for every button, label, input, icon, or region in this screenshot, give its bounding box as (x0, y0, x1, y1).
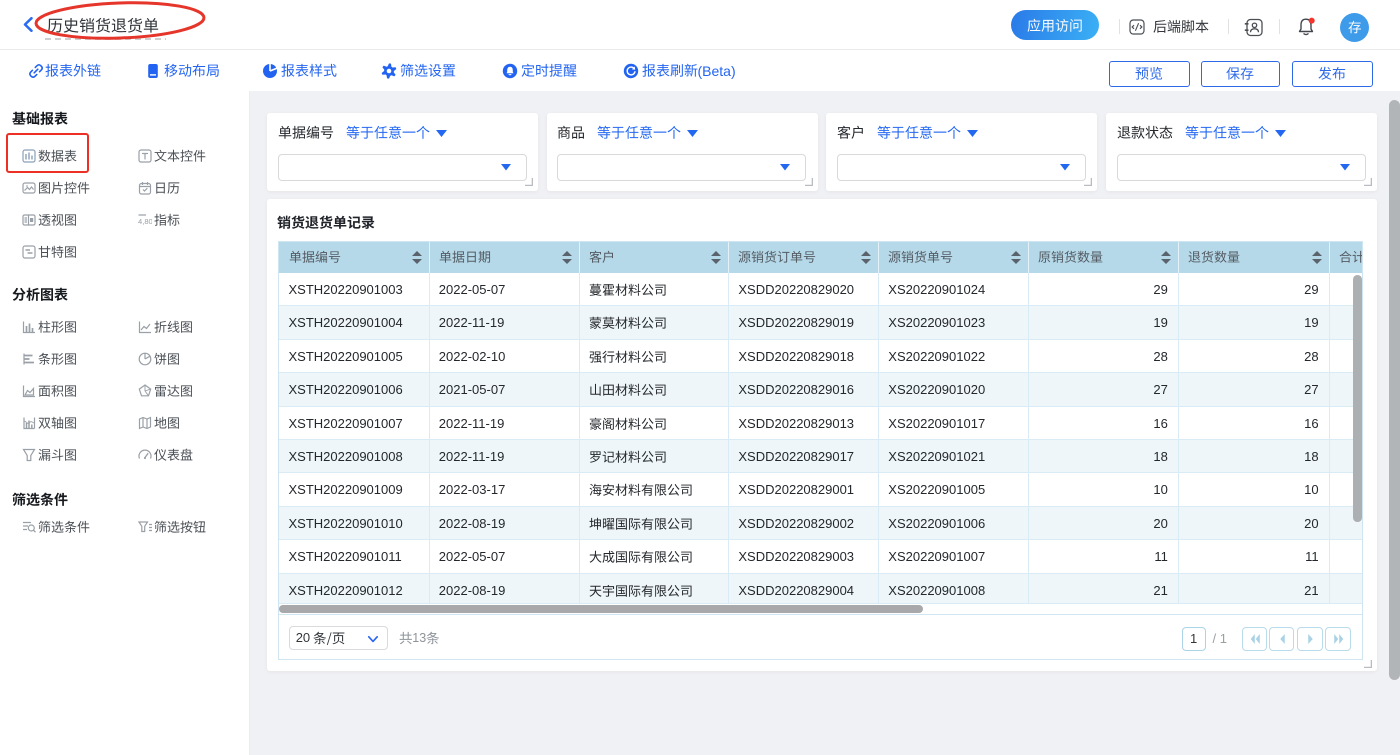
svg-text:4,80: 4,80 (138, 217, 152, 226)
